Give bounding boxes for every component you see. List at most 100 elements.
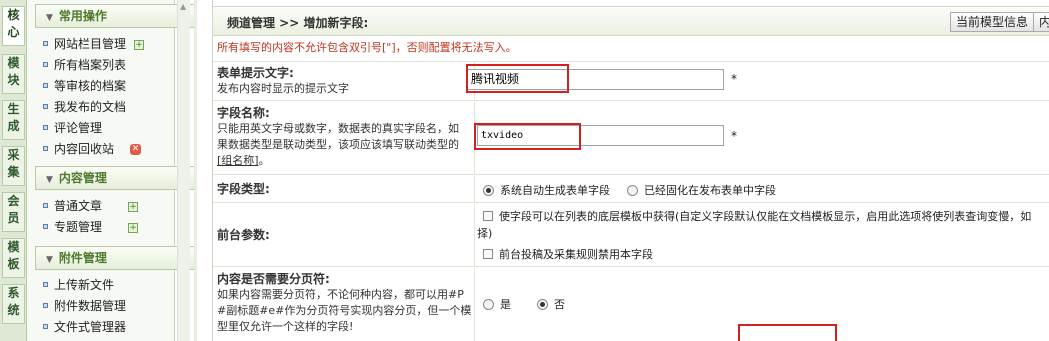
- field-description: 发布内容时显示的提示文字: [217, 82, 349, 95]
- section-attachments[interactable]: ▼ 附件管理: [35, 246, 195, 270]
- option-label: 已经固化在发布表单中字段: [644, 184, 776, 197]
- bullet-icon: [43, 282, 48, 287]
- checkbox-icon[interactable]: [483, 249, 493, 259]
- radio-selected-icon[interactable]: [483, 184, 494, 196]
- checkbox-disable-submit[interactable]: 前台投稿及采集规则禁用本字段: [483, 246, 653, 262]
- header-bar: 频道管理 >> 增加新字段: 当前模型信息 内: [213, 6, 1049, 36]
- vtab-member[interactable]: 会员: [2, 192, 25, 232]
- sidebar-item-recycle-bin[interactable]: 内容回收站 ✕: [43, 139, 142, 159]
- required-mark: *: [731, 72, 737, 86]
- row-paging: 内容是否需要分页符: 如果内容需要分页符，不论何种内容，都可以用#P #副标题#…: [213, 268, 1049, 341]
- scroll-up-icon[interactable]: ▲: [180, 2, 186, 11]
- sidebar-item-label: 内容回收站: [54, 142, 115, 156]
- option-label: 前台投稿及采集规则禁用本字段: [499, 248, 653, 261]
- radio-option-auto[interactable]: 系统自动生成表单字段: [483, 182, 610, 198]
- more-button[interactable]: 内: [1033, 12, 1049, 32]
- sidebar-item-label: 上传新文件: [54, 278, 115, 292]
- chevron-down-icon: ▼: [46, 175, 53, 185]
- scrollbar[interactable]: ▲: [177, 0, 190, 341]
- radio-selected-icon[interactable]: [537, 298, 548, 310]
- field-label: 字段类型:: [217, 182, 270, 196]
- highlight-box-bottom: [738, 324, 837, 341]
- radio-option-fixed[interactable]: 已经固化在发布表单中字段: [627, 182, 776, 198]
- field-description-line: 只能用英文字母或数字，数据表的真实字段名，如: [217, 122, 459, 135]
- option-label-continued: 择): [477, 227, 493, 240]
- sidebar-item-label: 所有档案列表: [54, 58, 127, 72]
- vtab-template[interactable]: 模板: [2, 238, 25, 278]
- row-form-prompt: 表单提示文字: 发布内容时显示的提示文字 腾讯视频 *: [213, 61, 1049, 101]
- field-description-line: #副标题#e#作为分页符号实现内容分页，但一个模: [217, 304, 472, 317]
- option-label: 是: [500, 298, 511, 311]
- highlight-box-prompt: [466, 64, 569, 93]
- sidebar: ▼ 常用操作 网站栏目管理 + 所有档案列表 等审核的档案 我发布的文档 评论管理 …: [27, 0, 195, 341]
- sidebar-item-all-archives[interactable]: 所有档案列表: [43, 55, 126, 75]
- option-label: 使字段可以在列表的底层模板中获得(自定义字段默认仅能在文档模板显示，启用此选项将…: [499, 210, 1032, 223]
- sidebar-item-comments[interactable]: 评论管理: [43, 118, 102, 138]
- field-label: 前台参数:: [217, 228, 270, 242]
- sidebar-item-label: 等审核的档案: [54, 79, 127, 93]
- sidebar-item-label: 附件数据管理: [54, 299, 127, 313]
- vtab-system[interactable]: 系统: [2, 284, 25, 324]
- add-icon[interactable]: +: [128, 222, 139, 233]
- sidebar-item-my-docs[interactable]: 我发布的文档: [43, 97, 126, 117]
- page-title: 频道管理 >> 增加新字段:: [227, 16, 369, 30]
- sidebar-item-upload[interactable]: 上传新文件: [43, 275, 114, 295]
- option-label: 系统自动生成表单字段: [500, 184, 610, 197]
- group-name-link[interactable]: [组名称]: [217, 154, 259, 167]
- bullet-icon: [43, 224, 48, 229]
- vtab-collect[interactable]: 采集: [2, 146, 25, 186]
- bullet-icon: [43, 62, 48, 67]
- main-panel: 频道管理 >> 增加新字段: 当前模型信息 内 所有填写的内容不允许包含双引号[…: [212, 0, 1049, 341]
- sidebar-item-label: 文件式管理器: [54, 320, 127, 334]
- sidebar-item-label: 我发布的文档: [54, 100, 127, 114]
- required-mark: *: [731, 129, 737, 143]
- field-description-line: 如果内容需要分页符，不论何种内容，都可以用#P: [217, 288, 464, 301]
- bullet-icon: [43, 83, 48, 88]
- sidebar-item-label: 普通文章: [54, 199, 103, 213]
- radio-paging-no[interactable]: 否: [537, 296, 565, 312]
- vtab-module[interactable]: 模块: [2, 54, 25, 94]
- add-icon[interactable]: +: [134, 39, 145, 50]
- sidebar-item-file-manager[interactable]: 文件式管理器: [43, 317, 126, 337]
- bullet-icon: [43, 104, 48, 109]
- radio-icon[interactable]: [483, 298, 494, 310]
- chevron-down-icon: ▼: [46, 13, 53, 23]
- vertical-tab-strip: 核心 模块 生成 采集 会员 模板 系统: [0, 0, 27, 341]
- sidebar-item-label: 专题管理: [54, 220, 103, 234]
- shield-delete-icon[interactable]: ✕: [130, 144, 142, 155]
- model-info-button[interactable]: 当前模型信息: [950, 12, 1035, 32]
- option-label: 否: [554, 298, 565, 311]
- field-label: 字段名称:: [217, 106, 270, 120]
- section-content-manage[interactable]: ▼ 内容管理: [35, 166, 195, 190]
- sidebar-item-label: 网站栏目管理: [54, 37, 127, 51]
- sidebar-item-pending-archives[interactable]: 等审核的档案: [43, 76, 126, 96]
- sidebar-item-channel-manage[interactable]: 网站栏目管理 +: [43, 34, 145, 54]
- bullet-icon: [43, 146, 48, 151]
- vtab-core[interactable]: 核心: [2, 6, 25, 46]
- sidebar-item-topics[interactable]: 专题管理 +: [43, 217, 139, 237]
- sidebar-item-attachment-data[interactable]: 附件数据管理: [43, 296, 126, 316]
- radio-icon[interactable]: [627, 184, 638, 196]
- section-title: 常用操作: [58, 9, 107, 23]
- checkbox-list-template[interactable]: 使字段可以在列表的底层模板中获得(自定义字段默认仅能在文档模板显示，启用此选项将…: [483, 208, 1031, 224]
- sidebar-item-label: 评论管理: [54, 121, 103, 135]
- bullet-icon: [43, 41, 48, 46]
- radio-paging-yes[interactable]: 是: [483, 296, 511, 312]
- field-description-line: 型里仅允许一个这样的字段!: [217, 320, 354, 333]
- warning-text: 所有填写的内容不允许包含双引号["]，否则配置将无法写入。: [217, 41, 517, 54]
- field-label: 内容是否需要分页符:: [217, 272, 330, 286]
- row-field-name: 字段名称: 只能用英文字母或数字，数据表的真实字段名，如 果数据类型是联动类型，…: [213, 102, 1049, 175]
- add-icon[interactable]: +: [128, 201, 139, 212]
- section-title: 附件管理: [58, 251, 107, 265]
- section-title: 内容管理: [58, 171, 107, 185]
- row-frontend-params: 前台参数: 使字段可以在列表的底层模板中获得(自定义字段默认仅能在文档模板显示，…: [213, 204, 1049, 267]
- vtab-generate[interactable]: 生成: [2, 100, 25, 140]
- section-common-ops[interactable]: ▼ 常用操作: [35, 4, 195, 28]
- field-description-tail: 。: [258, 154, 270, 167]
- sidebar-item-articles[interactable]: 普通文章 +: [43, 196, 139, 216]
- checkbox-icon[interactable]: [483, 211, 493, 221]
- bullet-icon: [43, 125, 48, 130]
- field-description-line: 果数据类型是联动类型，该项应该填写联动类型的: [217, 138, 459, 151]
- bullet-icon: [43, 303, 48, 308]
- bullet-icon: [43, 203, 48, 208]
